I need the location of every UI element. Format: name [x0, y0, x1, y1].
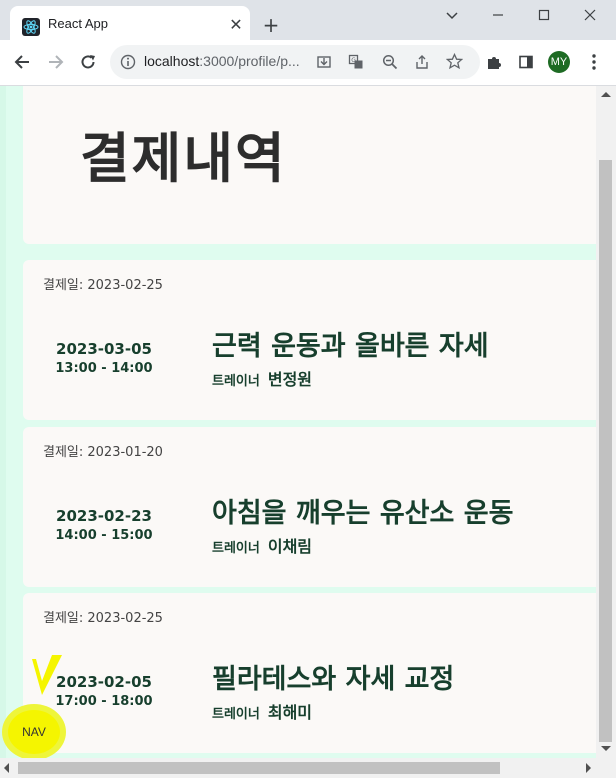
- translate-icon[interactable]: G: [348, 54, 364, 70]
- browser-menu-icon[interactable]: [582, 50, 606, 74]
- page-title: 결제내역: [80, 127, 287, 190]
- trainer-label: 트레이너: [212, 541, 260, 556]
- class-title: 필라테스와 자세 교정: [212, 664, 455, 695]
- trainer-label: 트레이너: [212, 374, 260, 389]
- session-date: 2023-02-23: [56, 507, 152, 525]
- trainer-name: 최해미: [267, 703, 313, 722]
- payment-date: 결제일: 2023-02-25: [43, 611, 163, 626]
- profile-avatar[interactable]: MY: [548, 51, 570, 73]
- install-app-icon[interactable]: [316, 54, 332, 70]
- back-arrow-icon[interactable]: [10, 50, 34, 74]
- scroll-down-arrow-icon[interactable]: [601, 746, 611, 751]
- page-viewport: 결제내역 결제일: 2023-02-25 2023-03-05 13:00 - …: [0, 86, 596, 758]
- trainer-name: 이채림: [267, 537, 313, 556]
- vertical-scrollbar[interactable]: [596, 86, 616, 758]
- share-icon[interactable]: [414, 54, 430, 70]
- session-time: 13:00 - 14:00: [55, 361, 153, 376]
- zoom-out-icon[interactable]: [382, 54, 398, 70]
- window-close-icon[interactable]: [572, 4, 608, 26]
- scroll-left-arrow-icon[interactable]: [4, 763, 9, 773]
- side-panel-icon[interactable]: [514, 50, 538, 74]
- tab-search-chevron-icon[interactable]: [434, 4, 470, 26]
- trainer-row: 트레이너 최해미: [212, 699, 312, 723]
- payment-date: 결제일: 2023-01-20: [43, 445, 163, 460]
- maximize-icon[interactable]: [526, 4, 562, 26]
- url-path: :3000/profile/p...: [199, 53, 300, 69]
- svg-text:G: G: [351, 57, 356, 64]
- url-text: localhost:3000/profile/p...: [144, 53, 300, 69]
- vertical-scroll-thumb[interactable]: [599, 160, 612, 742]
- site-info-icon[interactable]: [120, 54, 136, 70]
- extensions-puzzle-icon[interactable]: [482, 50, 506, 74]
- session-time: 14:00 - 15:00: [55, 528, 153, 543]
- session-date: 2023-03-05: [56, 340, 152, 358]
- tab-close-icon[interactable]: ✕: [226, 15, 246, 35]
- minimize-icon[interactable]: [480, 4, 516, 26]
- trainer-row: 트레이너 이채림: [212, 533, 312, 557]
- trainer-name: 변정원: [267, 370, 313, 389]
- tab-title: React App: [48, 16, 108, 31]
- forward-arrow-icon[interactable]: [44, 50, 68, 74]
- bookmark-star-icon[interactable]: [446, 53, 463, 70]
- horizontal-scrollbar[interactable]: [0, 758, 616, 778]
- url-host: localhost: [144, 53, 200, 69]
- payment-date: 결제일: 2023-02-25: [43, 278, 163, 293]
- react-logo-icon: [22, 18, 40, 36]
- class-title: 아침을 깨우는 유산소 운동: [212, 498, 514, 529]
- trainer-row: 트레이너 변정원: [212, 366, 312, 390]
- reload-icon[interactable]: [76, 50, 100, 74]
- left-edge-strip: [0, 86, 6, 758]
- browser-toolbar: localhost:3000/profile/p... G MY: [0, 40, 616, 86]
- address-bar[interactable]: localhost:3000/profile/p... G: [110, 45, 480, 79]
- trainer-label: 트레이너: [212, 707, 260, 722]
- scroll-right-arrow-icon[interactable]: [586, 763, 591, 773]
- horizontal-scroll-thumb[interactable]: [18, 762, 500, 774]
- nav-button[interactable]: NAV: [8, 710, 60, 754]
- new-tab-icon[interactable]: +: [260, 14, 282, 36]
- scroll-up-arrow-icon[interactable]: [601, 92, 611, 97]
- title-card: 결제내역: [23, 86, 596, 244]
- yellow-scribble-icon: [32, 655, 62, 695]
- payment-card[interactable]: 결제일: 2023-02-25 2023-02-05 17:00 - 18:00…: [23, 593, 596, 753]
- payment-card[interactable]: 결제일: 2023-02-25 2023-03-05 13:00 - 14:00…: [23, 260, 596, 420]
- class-title: 근력 운동과 올바른 자세: [212, 331, 489, 362]
- payment-card[interactable]: 결제일: 2023-01-20 2023-02-23 14:00 - 15:00…: [23, 427, 596, 587]
